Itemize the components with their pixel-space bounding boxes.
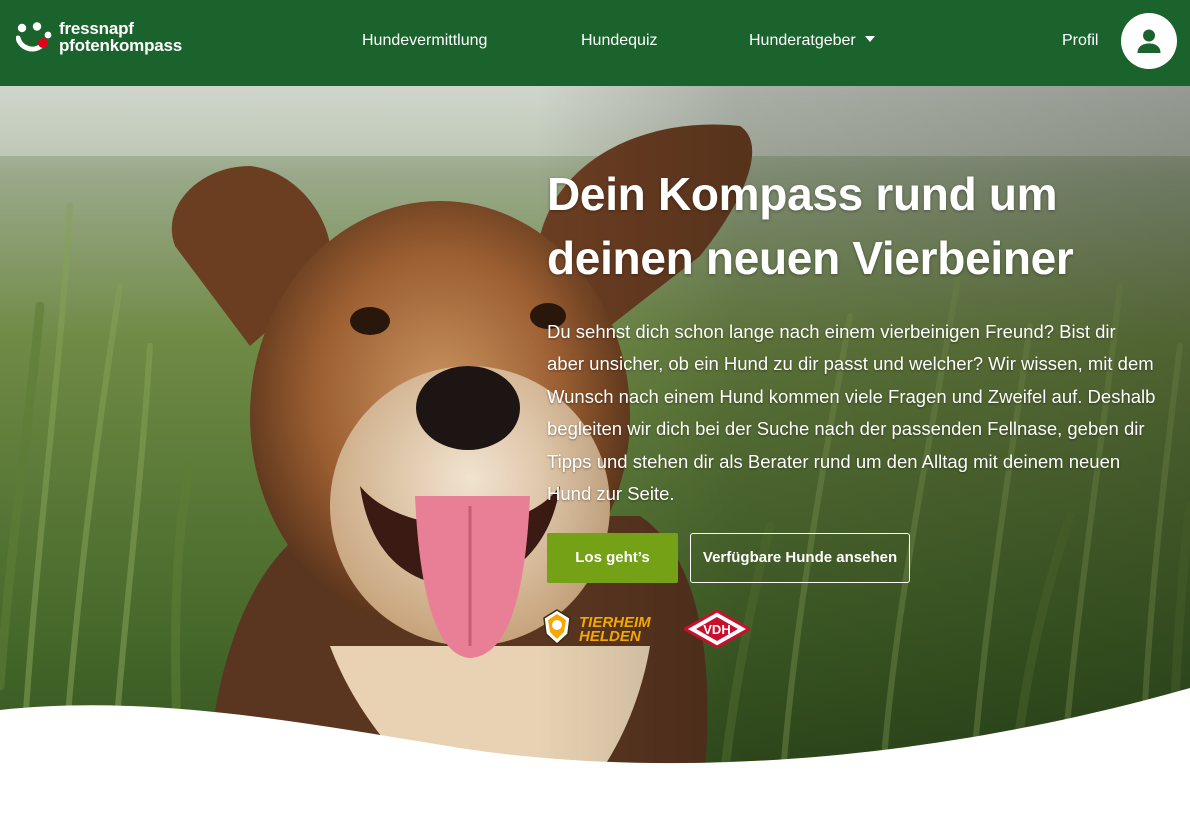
hero-title: Dein Kompass rund um deinen neuen Vierbe… xyxy=(547,162,1147,290)
get-started-button[interactable]: Los geht’s xyxy=(547,533,678,583)
vdh-logo-icon: VDH xyxy=(681,609,753,649)
profile-link[interactable]: Profil xyxy=(1062,31,1098,51)
hero-description: Du sehnst dich schon lange nach einem vi… xyxy=(547,321,1156,505)
hero-title-line-2: deinen neuen Vierbeiner xyxy=(547,232,1074,284)
view-available-dogs-button[interactable]: Verfügbare Hunde ansehen xyxy=(690,533,910,583)
tierheimhelden-logo-icon: TIERHEIM HELDEN xyxy=(543,609,651,646)
hero-section: Dein Kompass rund um deinen neuen Vierbe… xyxy=(0,86,1190,816)
fressnapf-pfotenkompass-logo[interactable]: fressnapf pfotenkompass xyxy=(16,20,196,60)
profile-avatar-button[interactable] xyxy=(1121,13,1177,69)
user-icon xyxy=(1137,29,1161,53)
fressnapf-logo-icon xyxy=(16,22,52,52)
vdh-partner-logo: VDH xyxy=(681,609,753,649)
nav-link-hunderatgeber-label: Hunderatgeber xyxy=(749,32,856,49)
vdh-logo-text: VDH xyxy=(703,622,730,637)
tierheimhelden-partner-logo: TIERHEIM HELDEN xyxy=(541,608,661,652)
logo-line-1: fressnapf xyxy=(59,19,134,38)
tierheim-logo-text-2: HELDEN xyxy=(579,628,642,645)
top-navigation: fressnapf pfotenkompass Hundevermittlung… xyxy=(0,0,1190,86)
nav-link-hundequiz[interactable]: Hundequiz xyxy=(581,31,658,51)
hero-wave-divider xyxy=(0,688,1190,816)
nav-link-hundevermittlung[interactable]: Hundevermittlung xyxy=(362,31,487,51)
hero-title-line-1: Dein Kompass rund um xyxy=(547,168,1058,220)
chevron-down-icon xyxy=(864,35,875,42)
logo-wordmark: fressnapf pfotenkompass xyxy=(59,20,182,54)
logo-line-2: pfotenkompass xyxy=(59,36,183,55)
nav-link-hunderatgeber[interactable]: Hunderatgeber xyxy=(749,31,875,51)
